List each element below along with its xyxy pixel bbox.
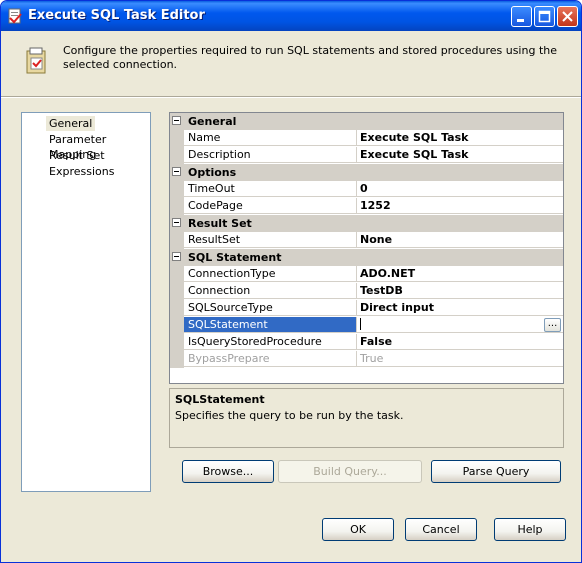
category-label: Result Set xyxy=(188,217,252,230)
collapse-icon[interactable] xyxy=(172,218,181,227)
property-row-connection[interactable]: Connection TestDB xyxy=(170,283,563,300)
property-name: SQLSourceType xyxy=(184,300,357,316)
property-row-sqlstatement[interactable]: SQLStatement ... xyxy=(170,317,563,334)
property-row-resultset[interactable]: ResultSet None xyxy=(170,232,563,249)
property-name: CodePage xyxy=(184,198,357,214)
build-query-button: Build Query... xyxy=(278,460,422,483)
header-panel: Configure the properties required to run… xyxy=(1,31,581,96)
property-description-panel: SQLStatement Specifies the query to be r… xyxy=(169,388,564,448)
text-cursor xyxy=(360,318,361,330)
property-row-codepage[interactable]: CodePage 1252 xyxy=(170,198,563,215)
header-separator xyxy=(1,96,581,98)
maximize-button[interactable] xyxy=(534,6,555,27)
title-bar[interactable]: Execute SQL Task Editor xyxy=(1,1,581,31)
property-name: IsQueryStoredProcedure xyxy=(184,334,357,350)
property-row-connectiontype[interactable]: ConnectionType ADO.NET xyxy=(170,266,563,283)
task-editor-icon xyxy=(26,47,46,74)
category-label: Options xyxy=(188,166,237,179)
property-value[interactable]: Execute SQL Task xyxy=(357,147,563,163)
nav-item-expressions[interactable]: Expressions xyxy=(46,164,117,179)
property-value[interactable]: ADO.NET xyxy=(357,266,563,282)
window-title: Execute SQL Task Editor xyxy=(28,8,205,23)
maximize-icon xyxy=(538,10,551,23)
property-value[interactable]: TestDB xyxy=(357,283,563,299)
property-value[interactable]: False xyxy=(357,334,563,350)
description-text: Specifies the query to be run by the tas… xyxy=(175,409,404,422)
sqlstatement-value-field[interactable]: ... xyxy=(357,317,563,333)
property-value[interactable]: None xyxy=(357,232,563,248)
property-row-isquerystoredprocedure[interactable]: IsQueryStoredProcedure False xyxy=(170,334,563,351)
description-title: SQLStatement xyxy=(175,393,265,406)
property-grid: General Name Execute SQL Task Descriptio… xyxy=(169,112,564,384)
collapse-icon[interactable] xyxy=(172,116,181,125)
property-row-bypassprepare: BypassPrepare True xyxy=(170,351,563,368)
category-label: General xyxy=(188,115,237,128)
category-general: General xyxy=(170,113,563,130)
category-label: SQL Statement xyxy=(188,251,282,264)
property-name: ConnectionType xyxy=(184,266,357,282)
property-name: SQLStatement xyxy=(184,317,357,333)
ellipsis-button[interactable]: ... xyxy=(544,318,561,332)
minimize-icon xyxy=(517,19,524,22)
app-icon xyxy=(8,8,22,24)
close-icon xyxy=(562,11,573,22)
property-name: Name xyxy=(184,130,357,146)
property-name: Description xyxy=(184,147,357,163)
property-name: BypassPrepare xyxy=(184,351,357,367)
parse-query-button[interactable]: Parse Query xyxy=(431,460,561,483)
property-row-sqlsourcetype[interactable]: SQLSourceType Direct input xyxy=(170,300,563,317)
collapse-icon[interactable] xyxy=(172,252,181,261)
property-name: TimeOut xyxy=(184,181,357,197)
property-name: Connection xyxy=(184,283,357,299)
nav-item-parameter-mapping[interactable]: Parameter Mapping xyxy=(46,132,150,161)
category-result-set: Result Set xyxy=(170,215,563,232)
nav-item-result-set[interactable]: Result Set xyxy=(46,148,108,163)
property-value[interactable]: Execute SQL Task xyxy=(357,130,563,146)
property-value[interactable]: 1252 xyxy=(357,198,563,214)
minimize-button[interactable] xyxy=(511,6,532,27)
property-row-name[interactable]: Name Execute SQL Task xyxy=(170,130,563,147)
property-value: True xyxy=(357,351,563,367)
category-sql-statement: SQL Statement xyxy=(170,249,563,266)
property-value[interactable]: 0 xyxy=(357,181,563,197)
header-description: Configure the properties required to run… xyxy=(63,44,557,71)
navigation-list: General Parameter Mapping Result Set Exp… xyxy=(21,112,151,492)
browse-button[interactable]: Browse... xyxy=(182,460,274,483)
property-row-timeout[interactable]: TimeOut 0 xyxy=(170,181,563,198)
cancel-button[interactable]: Cancel xyxy=(405,518,477,541)
nav-item-general[interactable]: General xyxy=(46,116,96,131)
collapse-icon[interactable] xyxy=(172,167,181,176)
ok-button[interactable]: OK xyxy=(322,518,394,541)
dialog-window: Execute SQL Task Editor Configure the pr… xyxy=(0,0,582,563)
close-button[interactable] xyxy=(557,6,578,27)
category-options: Options xyxy=(170,164,563,181)
help-button[interactable]: Help xyxy=(494,518,566,541)
property-row-description[interactable]: Description Execute SQL Task xyxy=(170,147,563,164)
property-value[interactable]: Direct input xyxy=(357,300,563,316)
property-name: ResultSet xyxy=(184,232,357,248)
